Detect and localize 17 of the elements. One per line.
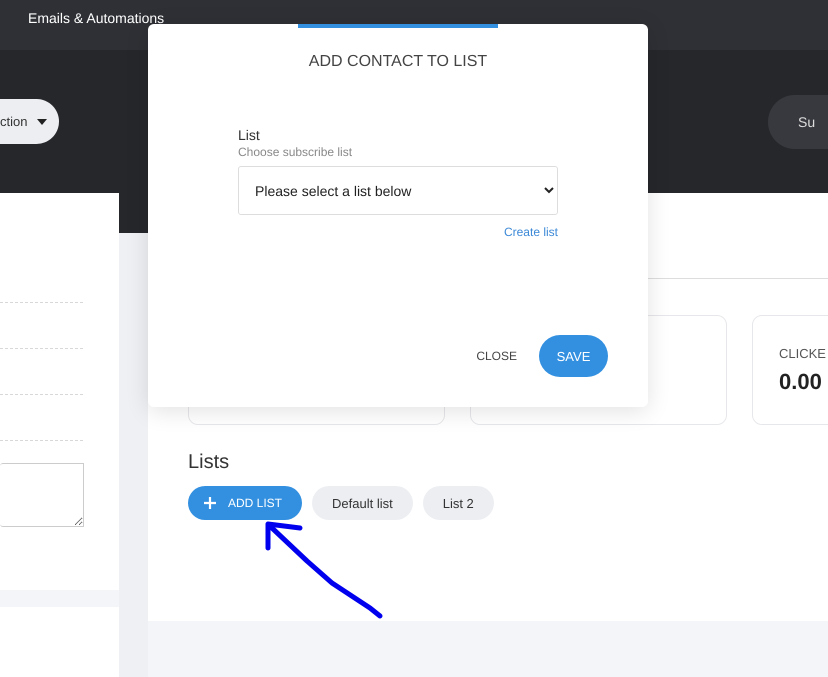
field-label: List <box>238 127 261 143</box>
field-hint: Choose subscribe list <box>238 145 354 159</box>
stat-value: 0.00 <box>779 369 823 395</box>
plus-icon <box>204 497 216 509</box>
list-select[interactable]: Please select a list below <box>238 166 558 215</box>
action-dropdown[interactable]: ction <box>0 99 60 144</box>
list-chip[interactable]: Default list <box>312 486 413 520</box>
close-button[interactable]: CLOSE <box>476 349 517 363</box>
text-area[interactable] <box>0 463 84 527</box>
header-button[interactable]: Su <box>768 94 828 148</box>
create-list-link[interactable]: Create list <box>504 225 558 239</box>
list-chip[interactable]: List 2 <box>422 486 494 520</box>
caret-icon <box>37 118 48 124</box>
modal-title: ADD CONTACT TO LIST <box>308 53 488 71</box>
app-title: Emails & Automations <box>28 10 164 26</box>
stat-label: CLICKE <box>779 346 827 361</box>
section-title: Lists <box>188 451 230 474</box>
